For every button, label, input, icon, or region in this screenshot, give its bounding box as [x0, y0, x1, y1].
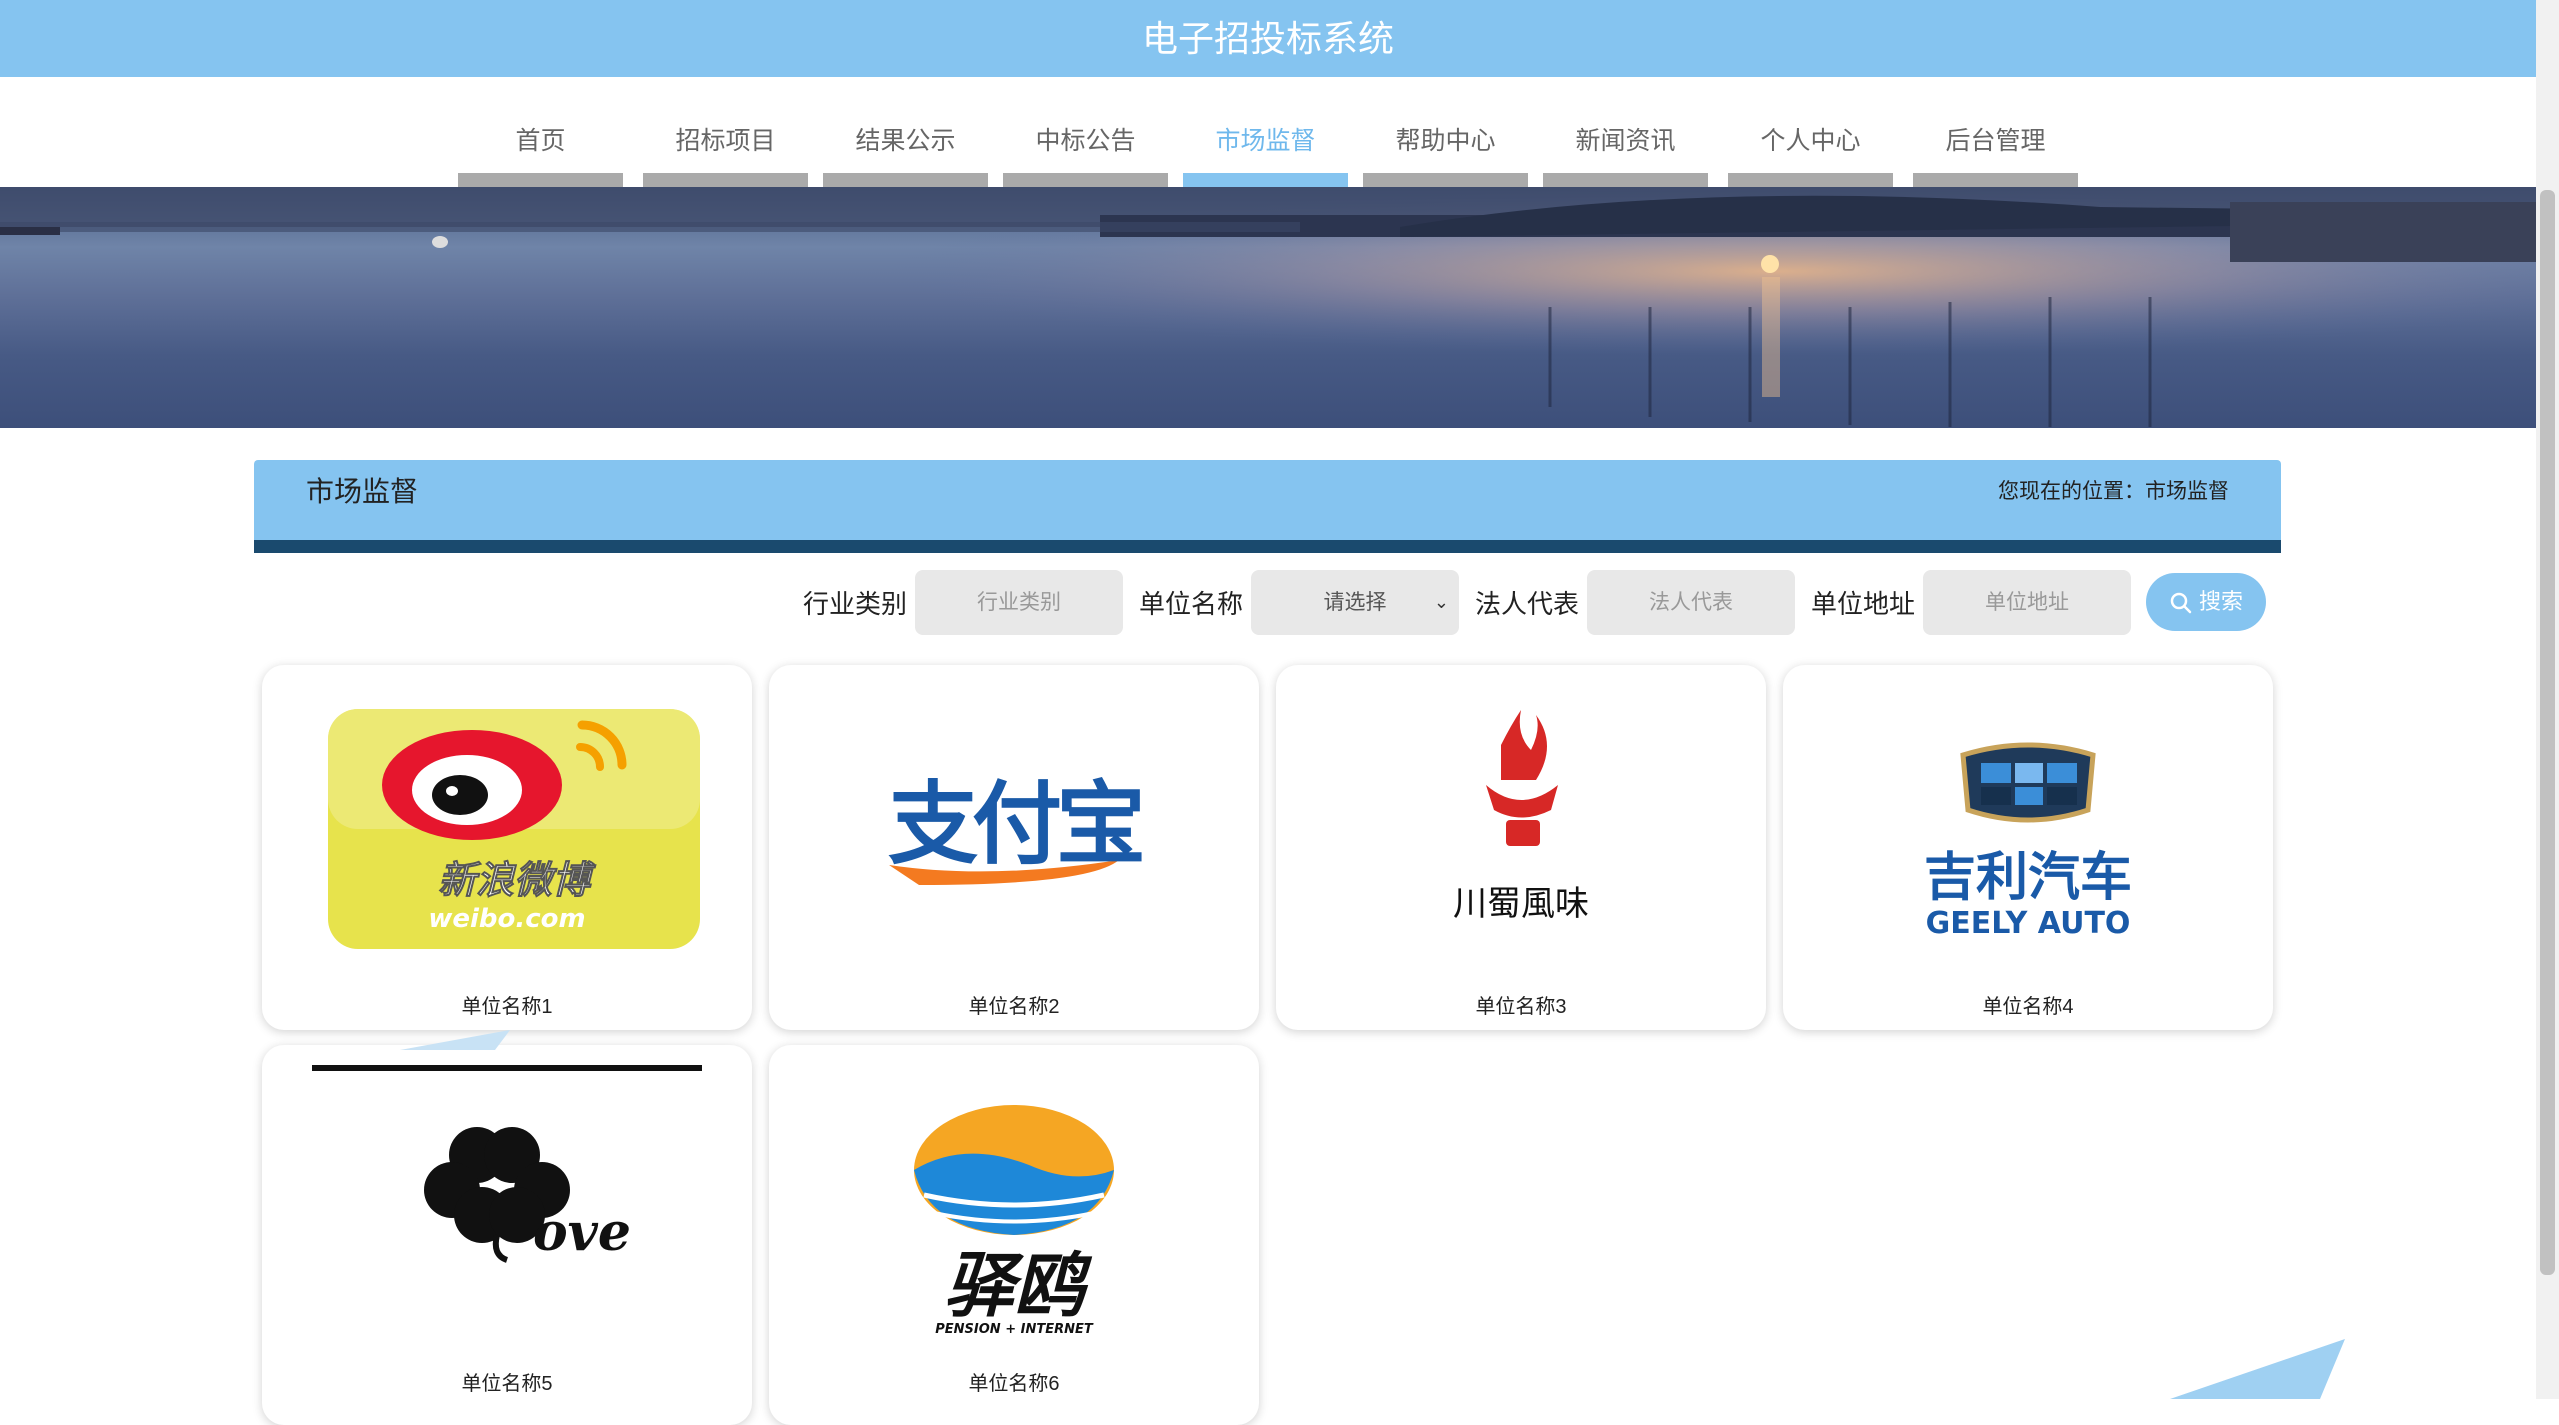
weibo-logo-sub: weibo.com: [428, 904, 585, 934]
main-nav: 首页 招标项目 结果公示 中标公告 市场监督 帮助中心 新闻资讯 个人中心 后台…: [0, 77, 2536, 187]
company-name: 单位名称6: [968, 1373, 1060, 1395]
address-input[interactable]: 单位地址: [1923, 570, 2131, 635]
legal-label: 法人代表: [1475, 589, 1580, 619]
company-name: 单位名称2: [968, 996, 1060, 1018]
company-card-3[interactable]: 川蜀風味 单位名称3: [1276, 665, 1766, 1030]
company-select[interactable]: 请选择 ⌄: [1251, 570, 1459, 635]
love-logo-text: ove: [533, 1202, 631, 1263]
love-clover-logo: ove: [282, 1065, 732, 1345]
legal-input[interactable]: 法人代表: [1587, 570, 1795, 635]
nav-item-award-notice[interactable]: 中标公告: [1003, 113, 1168, 187]
section-header: 市场监督 您现在的位置：市场监督: [254, 460, 2281, 553]
search-button-label: 搜索: [2198, 589, 2243, 614]
company-label: 单位名称: [1139, 589, 1244, 619]
company-card-4[interactable]: 吉利汽车 GEELY AUTO 单位名称4: [1783, 665, 2273, 1030]
weibo-logo: 新浪微博 weibo.com: [282, 685, 732, 965]
nav-item-results[interactable]: 结果公示: [823, 113, 988, 187]
sichuan-logo-text: 川蜀風味: [1453, 884, 1589, 924]
nav-item-home[interactable]: 首页: [458, 113, 623, 187]
nav-item-news[interactable]: 新闻资讯: [1543, 113, 1708, 187]
breadcrumb: 您现在的位置：市场监督: [1998, 460, 2229, 524]
paper-plane-icon: [2170, 1339, 2345, 1399]
nav-item-help-center[interactable]: 帮助中心: [1363, 113, 1528, 187]
weibo-logo-text: 新浪微博: [438, 857, 597, 902]
search-icon: [2170, 592, 2192, 614]
geely-logo-text: 吉利汽车: [1924, 848, 2132, 908]
section-title: 市场监督: [306, 476, 419, 507]
decorative-triangle: [400, 1030, 510, 1050]
chevron-down-icon: ⌄: [1433, 592, 1449, 612]
company-name: 单位名称5: [461, 1373, 553, 1395]
company-name: 单位名称4: [1982, 996, 2074, 1018]
breadcrumb-current: 市场监督: [2145, 480, 2229, 503]
company-card-5[interactable]: ove 单位名称5: [262, 1045, 752, 1425]
scrollbar-thumb[interactable]: [2540, 190, 2555, 1275]
company-card-2[interactable]: 支付宝 单位名称2: [769, 665, 1259, 1030]
nav-item-tender-projects[interactable]: 招标项目: [643, 113, 808, 187]
yiou-logo: 驿鸥 PENSION + INTERNET: [789, 1065, 1239, 1345]
industry-label: 行业类别: [803, 589, 908, 619]
company-select-value: 请选择: [1323, 591, 1387, 614]
address-label: 单位地址: [1811, 589, 1916, 619]
search-button[interactable]: 搜索: [2146, 573, 2266, 631]
company-card-1[interactable]: 新浪微博 weibo.com 单位名称1: [262, 665, 752, 1030]
company-name: 单位名称3: [1475, 996, 1567, 1018]
nav-item-market-supervision[interactable]: 市场监督: [1183, 113, 1348, 187]
industry-input[interactable]: 行业类别: [915, 570, 1123, 635]
nav-item-personal-center[interactable]: 个人中心: [1728, 113, 1893, 187]
banner-image: [0, 187, 2536, 428]
geely-logo: 吉利汽车 GEELY AUTO: [1803, 685, 2253, 965]
geely-logo-sub: GEELY AUTO: [1926, 906, 2131, 941]
yiou-logo-sub: PENSION + INTERNET: [935, 1322, 1094, 1337]
company-name: 单位名称1: [461, 996, 553, 1018]
yiou-logo-text: 驿鸥: [944, 1245, 1093, 1327]
sichuan-flavor-logo: 川蜀風味: [1296, 685, 1746, 965]
site-title: 电子招投标系统: [0, 0, 2536, 77]
company-card-6[interactable]: 驿鸥 PENSION + INTERNET 单位名称6: [769, 1045, 1259, 1425]
alipay-logo-text: 支付宝: [888, 772, 1142, 877]
breadcrumb-prefix: 您现在的位置：: [1998, 480, 2145, 503]
alipay-logo: 支付宝: [789, 685, 1239, 965]
nav-item-admin[interactable]: 后台管理: [1913, 113, 2078, 187]
